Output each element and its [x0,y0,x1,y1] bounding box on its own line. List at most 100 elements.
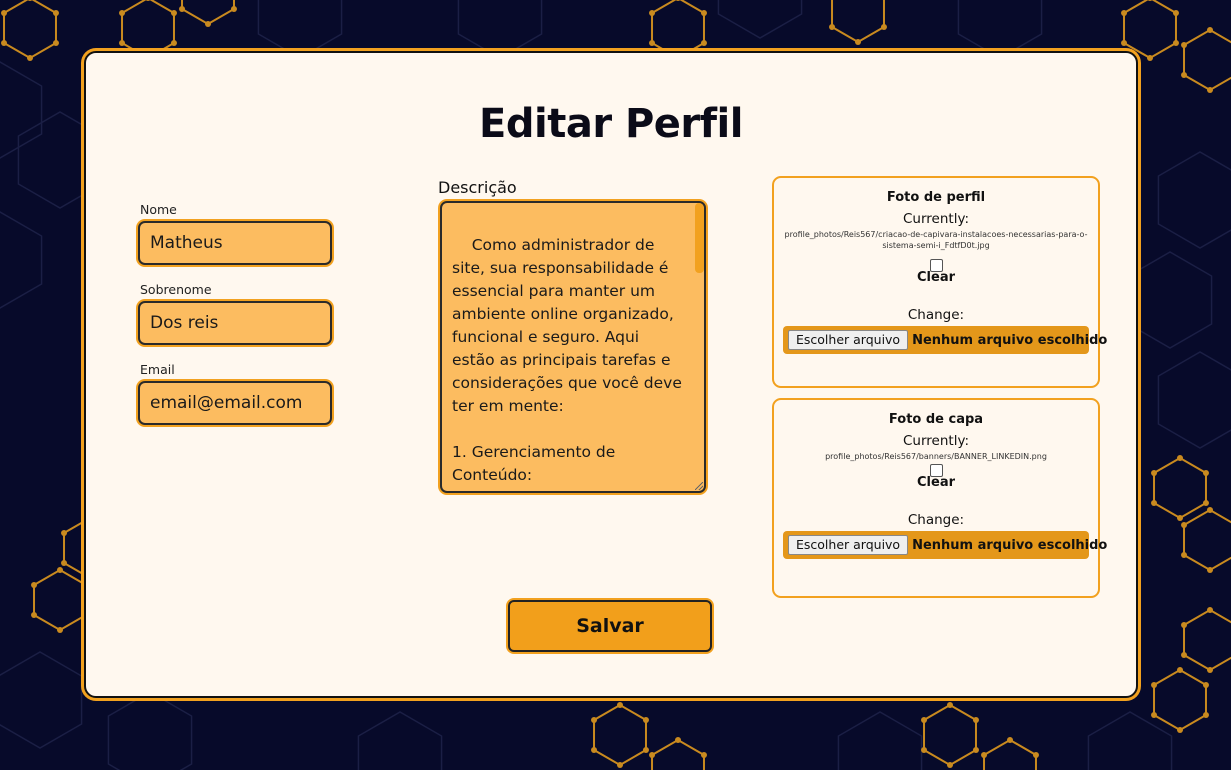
hexagon-node [1007,737,1013,743]
hexagon-node [119,40,126,46]
hexagon-node [61,530,68,536]
hexagon-shape [1183,608,1231,672]
hexagon-node [921,717,928,723]
hexagon-shape [1157,351,1231,449]
hexagon-node [649,40,656,46]
hexagon-node [591,717,598,723]
foto-perfil-file-input[interactable]: Escolher arquivo Nenhum arquivo escolhid… [783,326,1107,354]
foto-capa-clear-label: Clear [917,475,955,490]
hexagon-shape [1153,668,1207,732]
hexagon-node [205,21,211,27]
hexagon-node [642,747,649,753]
nome-input[interactable]: Matheus [138,221,332,265]
hexagon-node [52,40,59,46]
hexagon-node [1151,470,1158,476]
hexagon-node [972,717,979,723]
hexagon-node [1202,470,1209,476]
hexagon-node [591,747,598,753]
hexagon-shape [837,711,923,770]
hexagon-shape [457,0,543,59]
foto-capa-file-status: Nenhum arquivo escolhido [912,537,1108,553]
foto-capa-title: Foto de capa [888,412,984,427]
hexagon-node [57,627,63,633]
hexagon-shape [0,651,83,749]
hexagon-shape [107,691,193,770]
foto-perfil-current-path: profile_photos/Reis567/criacao-de-capiva… [784,230,1088,250]
hexagon-node [1207,507,1213,513]
hexagon-node [1181,72,1188,78]
hexagon-shape [33,568,87,632]
hexagon-node [700,40,707,46]
hexagon-node [1032,752,1039,758]
hexagon-node [649,10,656,16]
descricao-textarea[interactable]: Como administrador de site, sua responsa… [440,201,706,493]
nome-label: Nome [140,202,177,217]
save-button[interactable]: Salvar [508,600,712,652]
hexagon-shape [983,738,1037,770]
hexagon-node [1177,727,1183,733]
hexagon-node [170,40,177,46]
hexagon-node [1181,652,1188,658]
hexagon-node [1151,500,1158,506]
hexagon-shape [1183,508,1231,572]
hexagon-node [1147,55,1153,61]
hexagon-node [119,10,126,16]
hexagon-shape [1127,251,1213,349]
foto-perfil-change-label: Change: [907,307,965,323]
hexagon-shape [1123,0,1177,60]
hexagon-node [1121,40,1128,46]
hexagon-node [1181,42,1188,48]
hexagon-shape [257,0,343,59]
hexagon-node [1202,500,1209,506]
sobrenome-input[interactable]: Dos reis [138,301,332,345]
hexagon-node [649,752,656,758]
hexagon-node [921,747,928,753]
foto-capa-currently-label: Currently: [902,433,969,449]
hexagon-node [855,39,861,45]
hexagon-shape [957,0,1043,59]
hexagon-shape [831,0,885,44]
hexagon-node [31,612,38,618]
hexagon-node [1,10,8,16]
hexagon-shape [717,0,803,39]
hexagon-shape [181,0,235,26]
page-title: Editar Perfil [479,101,743,147]
hexagon-node [1177,455,1183,461]
hexagon-node [1181,522,1188,528]
foto-capa-file-input[interactable]: Escolher arquivo Nenhum arquivo escolhid… [783,531,1107,559]
email-input[interactable]: email@email.com [138,381,332,425]
hexagon-node [1207,27,1213,33]
descricao-text: Como administrador de site, sua responsa… [452,236,682,484]
hexagon-node [1181,552,1188,558]
hexagon-shape [651,0,705,60]
hexagon-node [947,762,953,768]
hexagon-node [1,40,8,46]
resize-grip-icon[interactable] [695,482,703,490]
foto-perfil-title: Foto de perfil [886,190,986,205]
hexagon-node [1202,682,1209,688]
foto-perfil-choose-file-button[interactable]: Escolher arquivo [788,330,909,350]
hexagon-node [1172,10,1179,16]
hexagon-shape [0,211,43,309]
foto-perfil-box: Foto de perfil Currently: profile_photos… [772,176,1107,388]
hexagon-node [972,747,979,753]
descricao-label: Descrição [438,178,517,197]
hexagon-node [617,702,623,708]
textarea-scrollbar[interactable] [695,203,704,273]
hexagon-node [617,762,623,768]
foto-perfil-currently-label: Currently: [902,211,969,227]
foto-capa-choose-file-button[interactable]: Escolher arquivo [788,535,909,555]
hexagon-node [170,10,177,16]
hexagon-node [1207,667,1213,673]
hexagon-node [642,717,649,723]
hexagon-node [1172,40,1179,46]
foto-capa-current-path: profile_photos/Reis567/banners/BANNER_LI… [825,452,1047,461]
hexagon-node [1207,607,1213,613]
hexagon-node [981,752,988,758]
hexagon-node [1121,10,1128,16]
hexagon-node [52,10,59,16]
hexagon-node [700,10,707,16]
hexagon-shape [1157,151,1231,249]
hexagon-node [179,6,186,12]
hexagon-node [1207,87,1213,93]
